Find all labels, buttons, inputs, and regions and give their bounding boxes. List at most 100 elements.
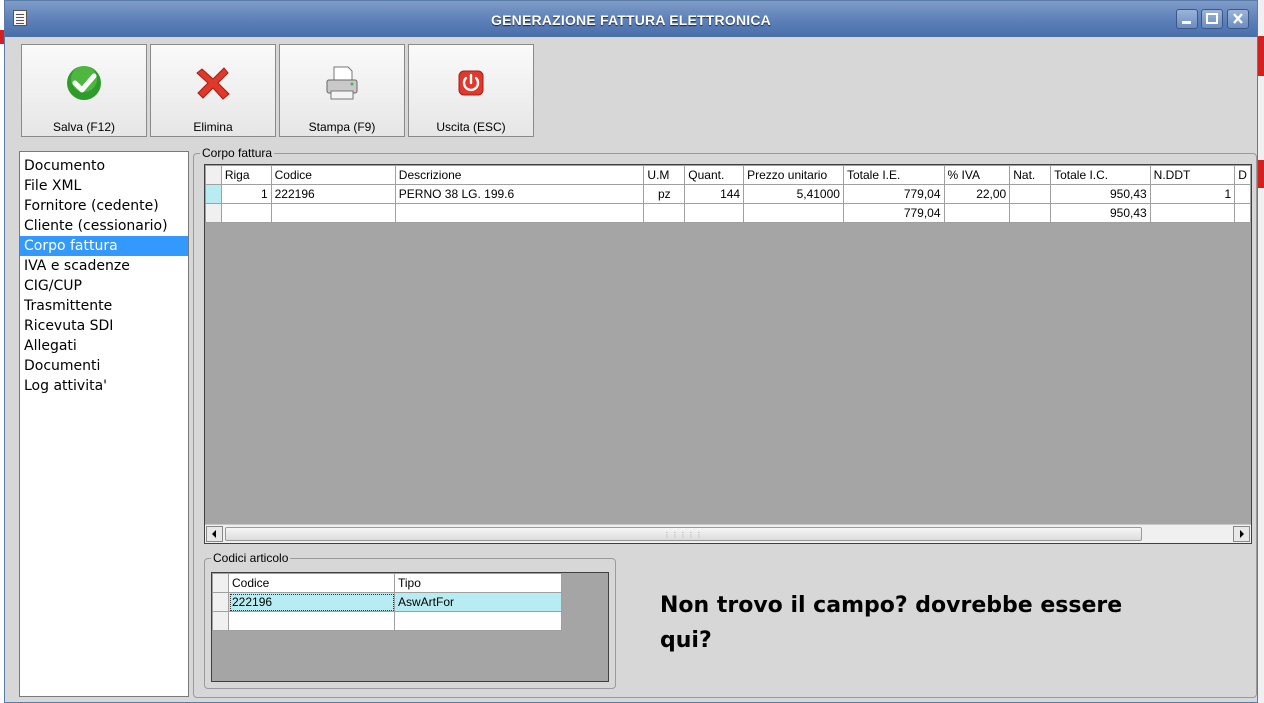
invoice-lines-grid[interactable]: Riga Codice Descrizione U.M Quant. Prezz…	[204, 164, 1252, 544]
save-button-label: Salva (F12)	[52, 120, 116, 134]
column-header[interactable]: Descrizione	[394, 165, 645, 185]
minimize-icon	[1182, 21, 1191, 24]
table-cell[interactable]: 222196	[228, 592, 395, 612]
nav-item-fornitore[interactable]: Fornitore (cedente)	[20, 196, 188, 216]
title-bar: GENERAZIONE FATTURA ELETTRONICA	[5, 1, 1257, 37]
table-cell[interactable]: 1	[1149, 184, 1236, 204]
table-cell	[1234, 203, 1251, 223]
table-cell[interactable]: 222196	[270, 184, 396, 204]
column-header[interactable]: Riga	[220, 165, 272, 185]
exit-button-label: Uscita (ESC)	[436, 120, 506, 134]
printer-icon	[326, 66, 358, 100]
power-icon	[458, 70, 484, 96]
nav-item-iva-scadenze[interactable]: IVA e scadenze	[20, 256, 188, 276]
table-row[interactable]: 222196 AswArtFor	[212, 592, 562, 612]
codici-articolo-legend: Codici articolo	[213, 551, 289, 565]
delete-button-label: Elimina	[193, 120, 233, 134]
nav-item-trasmittente[interactable]: Trasmittente	[20, 296, 188, 316]
nav-item-log-attivita[interactable]: Log attivita'	[20, 376, 188, 396]
minimize-button[interactable]	[1176, 9, 1198, 29]
nav-item-documenti[interactable]: Documenti	[20, 356, 188, 376]
nav-item-file-xml[interactable]: File XML	[20, 176, 188, 196]
row-indicator[interactable]	[212, 611, 229, 631]
table-cell	[220, 203, 272, 223]
row-indicator[interactable]	[212, 592, 229, 612]
annotation-line-1: Non trovo il campo? dovrebbe essere	[660, 593, 1123, 618]
nav-item-ricevuta-sdi[interactable]: Ricevuta SDI	[20, 316, 188, 336]
column-header[interactable]: U.M	[643, 165, 686, 185]
table-cell	[1149, 203, 1236, 223]
table-cell[interactable]	[1009, 184, 1052, 204]
codes-header-row: Codice Tipo	[212, 573, 562, 593]
exit-button[interactable]: Uscita (ESC)	[408, 44, 534, 137]
table-cell[interactable]	[394, 611, 562, 631]
table-cell[interactable]: 950,43	[1050, 184, 1151, 204]
table-cell[interactable]: 779,04	[842, 184, 945, 204]
scroll-left-button[interactable]	[206, 526, 223, 542]
annotation-note: Non trovo il campo? dovrebbe essere qui?	[660, 588, 1220, 658]
table-cell	[1009, 203, 1052, 223]
table-cell[interactable]: AswArtFor	[394, 592, 562, 612]
table-cell[interactable]: 5,41000	[743, 184, 844, 204]
scroll-left-arrow-icon	[212, 530, 216, 538]
total-ie-cell: 779,04	[842, 203, 945, 223]
background-app-strip	[1258, 0, 1264, 703]
column-header[interactable]: Prezzo unitario	[743, 165, 844, 185]
table-cell[interactable]: pz	[643, 184, 686, 204]
article-codes-table: Codice Tipo 222196 AswArtFor	[212, 573, 562, 631]
table-cell[interactable]: 144	[684, 184, 745, 204]
table-cell	[943, 203, 1011, 223]
print-button[interactable]: Stampa (F9)	[279, 44, 405, 137]
table-cell[interactable]	[228, 611, 395, 631]
nav-item-corpo-fattura[interactable]: Corpo fattura	[20, 236, 188, 256]
table-cell	[743, 203, 844, 223]
column-header[interactable]: D	[1234, 165, 1251, 185]
maximize-icon	[1206, 13, 1218, 24]
horizontal-scrollbar[interactable]: ⋮⋮⋮⋮⋮	[205, 524, 1251, 543]
delete-x-icon	[196, 67, 230, 100]
nav-item-allegati[interactable]: Allegati	[20, 336, 188, 356]
row-indicator-header	[205, 165, 222, 185]
scroll-right-button[interactable]	[1233, 526, 1250, 542]
table-cell[interactable]: 22,00	[943, 184, 1011, 204]
column-header[interactable]: Totale I.C.	[1050, 165, 1151, 185]
table-cell	[643, 203, 686, 223]
column-header[interactable]: % IVA	[943, 165, 1011, 185]
nav-item-cig-cup[interactable]: CIG/CUP	[20, 276, 188, 296]
table-cell[interactable]	[1234, 184, 1251, 204]
table-cell	[684, 203, 745, 223]
close-button[interactable]	[1227, 9, 1249, 29]
maximize-button[interactable]	[1201, 9, 1223, 29]
corpo-fattura-legend: Corpo fattura	[202, 146, 273, 160]
column-header[interactable]: Tipo	[394, 573, 562, 593]
scroll-right-arrow-icon	[1240, 530, 1244, 538]
row-indicator[interactable]	[205, 184, 222, 204]
invoice-lines-table: Riga Codice Descrizione U.M Quant. Prezz…	[205, 165, 1251, 223]
grip-dots-icon: ⋮⋮⋮⋮⋮	[663, 531, 704, 539]
print-button-label: Stampa (F9)	[308, 120, 376, 134]
column-header[interactable]: N.DDT	[1149, 165, 1236, 185]
column-header[interactable]: Codice	[270, 165, 396, 185]
check-icon	[67, 66, 101, 100]
nav-item-cliente[interactable]: Cliente (cessionario)	[20, 216, 188, 236]
table-cell[interactable]: PERNO 38 LG. 199.6	[394, 184, 645, 204]
column-header[interactable]: Quant.	[684, 165, 745, 185]
table-row[interactable]	[212, 611, 562, 631]
column-header[interactable]: Codice	[228, 573, 395, 593]
table-row[interactable]: 1 222196 PERNO 38 LG. 199.6 pz 144 5,410…	[205, 184, 1251, 204]
nav-item-documento[interactable]: Documento	[20, 156, 188, 176]
row-indicator	[205, 203, 222, 223]
invoice-header-row: Riga Codice Descrizione U.M Quant. Prezz…	[205, 165, 1251, 185]
table-cell	[394, 203, 645, 223]
scroll-thumb[interactable]: ⋮⋮⋮⋮⋮	[225, 527, 1142, 541]
column-header[interactable]: Nat.	[1009, 165, 1052, 185]
table-cell	[270, 203, 396, 223]
column-header[interactable]: Totale I.E.	[842, 165, 945, 185]
table-cell[interactable]: 1	[220, 184, 272, 204]
save-button[interactable]: Salva (F12)	[21, 44, 147, 137]
annotation-line-2: qui?	[660, 628, 712, 653]
article-codes-grid[interactable]: Codice Tipo 222196 AswArtFor	[211, 572, 609, 682]
total-ic-cell: 950,43	[1050, 203, 1151, 223]
delete-button[interactable]: Elimina	[150, 44, 276, 137]
totals-row: 779,04 950,43	[205, 203, 1251, 223]
